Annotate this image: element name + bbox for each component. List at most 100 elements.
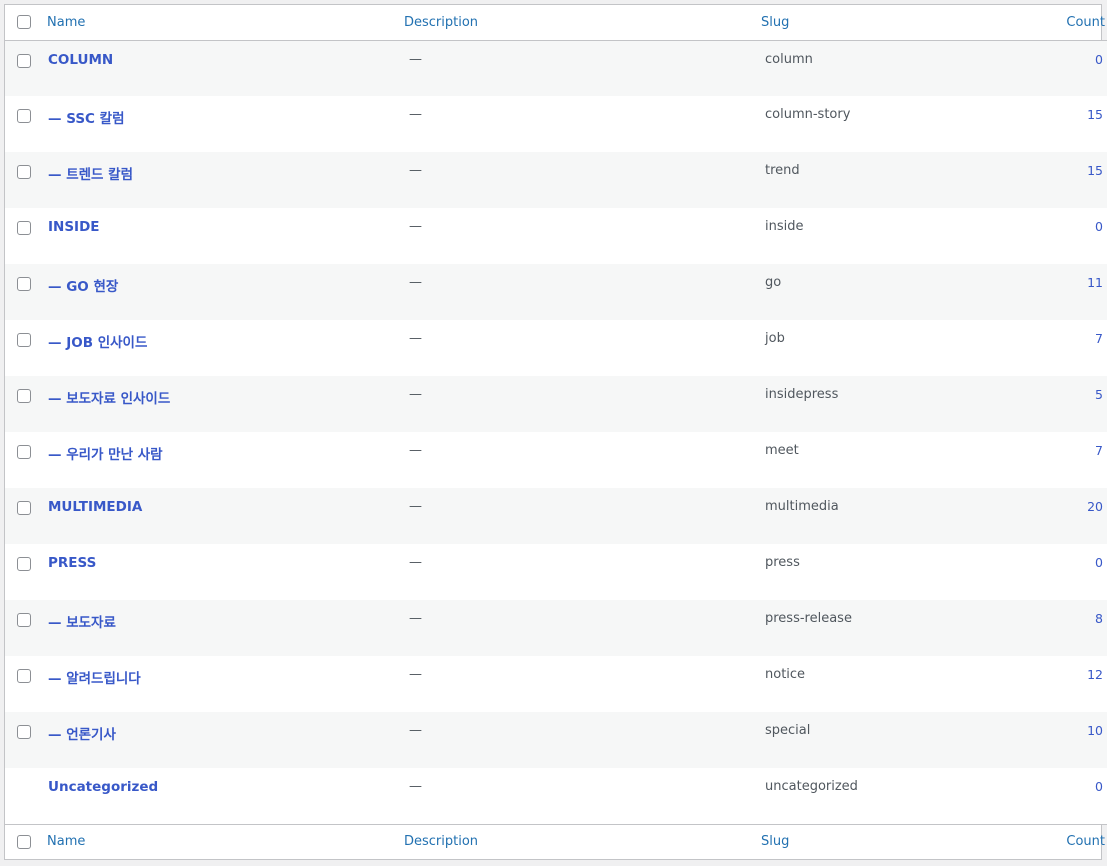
row-checkbox-cell	[5, 656, 45, 712]
category-name-cell: — 보도자료 인사이드	[45, 376, 404, 432]
category-count-link[interactable]: 7	[1095, 331, 1103, 346]
row-checkbox-cell	[5, 768, 45, 824]
column-header-name[interactable]: Name	[45, 5, 404, 40]
row-checkbox[interactable]	[17, 53, 31, 68]
row-checkbox-cell	[5, 208, 45, 264]
row-checkbox[interactable]	[17, 109, 31, 123]
category-count-link[interactable]: 10	[1087, 723, 1103, 738]
category-count-link[interactable]: 7	[1095, 443, 1103, 458]
category-count-link[interactable]: 0	[1095, 555, 1103, 570]
category-count-link[interactable]: 15	[1087, 107, 1103, 122]
column-footer-description[interactable]: Description	[404, 824, 761, 859]
row-checkbox[interactable]	[17, 613, 31, 627]
category-slug: job	[765, 331, 785, 346]
category-name-link[interactable]: INSIDE	[45, 219, 100, 235]
category-slug: notice	[765, 667, 806, 682]
table-row: — 트렌드 칼럼 — trend 15	[5, 152, 1107, 208]
category-description: —	[409, 499, 422, 514]
category-name-cell: — GO 현장	[45, 264, 404, 320]
select-all-checkbox-bottom[interactable]	[17, 834, 31, 849]
category-count-cell: 7	[1007, 432, 1107, 488]
table-body: COLUMN — column 0 — SSC 칼럼 — column-story 15 — 트…	[5, 40, 1107, 824]
category-name-cell: MULTIMEDIA	[45, 488, 404, 544]
row-checkbox[interactable]	[17, 557, 31, 571]
category-name-cell: COLUMN	[45, 40, 404, 96]
category-slug: column-story	[765, 107, 851, 122]
category-name-link[interactable]: — 보도자료 인사이드	[45, 387, 170, 407]
row-checkbox[interactable]	[17, 669, 31, 683]
category-description: —	[409, 611, 422, 626]
table-row: Uncategorized — uncategorized 0	[5, 768, 1107, 824]
table-row: COLUMN — column 0	[5, 40, 1107, 96]
select-all-cell	[5, 5, 45, 40]
row-checkbox-cell	[5, 432, 45, 488]
category-slug: press-release	[765, 611, 852, 626]
category-slug: trend	[765, 163, 800, 178]
category-name-link[interactable]: — 언론기사	[45, 723, 116, 743]
category-count-link[interactable]: 11	[1087, 275, 1103, 290]
row-checkbox[interactable]	[17, 221, 31, 235]
category-count-link[interactable]: 0	[1095, 219, 1103, 234]
category-name-cell: — 트렌드 칼럼	[45, 152, 404, 208]
category-name-cell: PRESS	[45, 544, 404, 600]
category-slug: special	[765, 723, 811, 738]
category-count-link[interactable]: 0	[1095, 779, 1103, 794]
category-count-link[interactable]: 12	[1087, 667, 1103, 682]
row-checkbox[interactable]	[17, 725, 31, 739]
select-all-cell-bottom	[5, 824, 45, 859]
column-header-description[interactable]: Description	[404, 5, 761, 40]
category-name-cell: — 우리가 만난 사람	[45, 432, 404, 488]
category-count-link[interactable]: 15	[1087, 163, 1103, 178]
table-row: — GO 현장 — go 11	[5, 264, 1107, 320]
category-name-link[interactable]: — 알려드립니다	[45, 667, 141, 687]
category-count-cell: 15	[1007, 96, 1107, 152]
header-row: Name Description Slug Count	[5, 5, 1107, 40]
category-name-link[interactable]: — 보도자료	[45, 611, 116, 631]
row-checkbox[interactable]	[17, 445, 31, 459]
select-all-checkbox[interactable]	[17, 15, 31, 30]
row-checkbox-cell	[5, 96, 45, 152]
category-count-link[interactable]: 20	[1087, 499, 1103, 514]
category-slug: column	[765, 51, 813, 67]
category-count-cell: 0	[1007, 768, 1107, 824]
category-name-link[interactable]: — SSC 칼럼	[45, 107, 125, 127]
categories-table: Name Description Slug Count COLUMN — colum…	[5, 5, 1107, 859]
row-checkbox-cell	[5, 544, 45, 600]
row-checkbox[interactable]	[17, 333, 31, 347]
category-name-link[interactable]: Uncategorized	[45, 779, 158, 795]
category-name-link[interactable]: COLUMN	[45, 52, 113, 68]
category-description: —	[409, 723, 422, 738]
column-footer-name[interactable]: Name	[45, 824, 404, 859]
category-name-link[interactable]: — GO 현장	[45, 275, 118, 295]
category-name-link[interactable]: MULTIMEDIA	[45, 499, 142, 515]
column-header-slug[interactable]: Slug	[761, 5, 1007, 40]
row-checkbox-cell	[5, 712, 45, 768]
category-count-link[interactable]: 8	[1095, 611, 1103, 626]
category-name-link[interactable]: PRESS	[45, 555, 96, 571]
row-checkbox[interactable]	[17, 165, 31, 179]
row-checkbox-cell	[5, 264, 45, 320]
category-count-link[interactable]: 0	[1095, 52, 1103, 67]
category-name-cell: INSIDE	[45, 208, 404, 264]
row-checkbox-cell	[5, 40, 45, 96]
table-header: Name Description Slug Count	[5, 5, 1107, 40]
category-description: —	[409, 107, 422, 122]
category-name-link[interactable]: — 우리가 만난 사람	[45, 443, 163, 463]
row-checkbox-cell	[5, 320, 45, 376]
category-count-cell: 10	[1007, 712, 1107, 768]
category-description: —	[409, 555, 422, 570]
category-slug: meet	[765, 443, 799, 458]
footer-row: Name Description Slug Count	[5, 824, 1107, 859]
category-slug: press	[765, 555, 800, 570]
column-footer-slug[interactable]: Slug	[761, 824, 1007, 859]
category-name-cell: — JOB 인사이드	[45, 320, 404, 376]
category-count-link[interactable]: 5	[1095, 387, 1103, 402]
row-checkbox[interactable]	[17, 501, 31, 515]
column-footer-count[interactable]: Count	[1007, 824, 1107, 859]
column-header-count[interactable]: Count	[1007, 5, 1107, 40]
category-name-link[interactable]: — JOB 인사이드	[45, 331, 147, 351]
row-checkbox[interactable]	[17, 389, 31, 403]
row-checkbox[interactable]	[17, 277, 31, 291]
category-name-link[interactable]: — 트렌드 칼럼	[45, 163, 133, 183]
table-row: — 보도자료 — press-release 8	[5, 600, 1107, 656]
